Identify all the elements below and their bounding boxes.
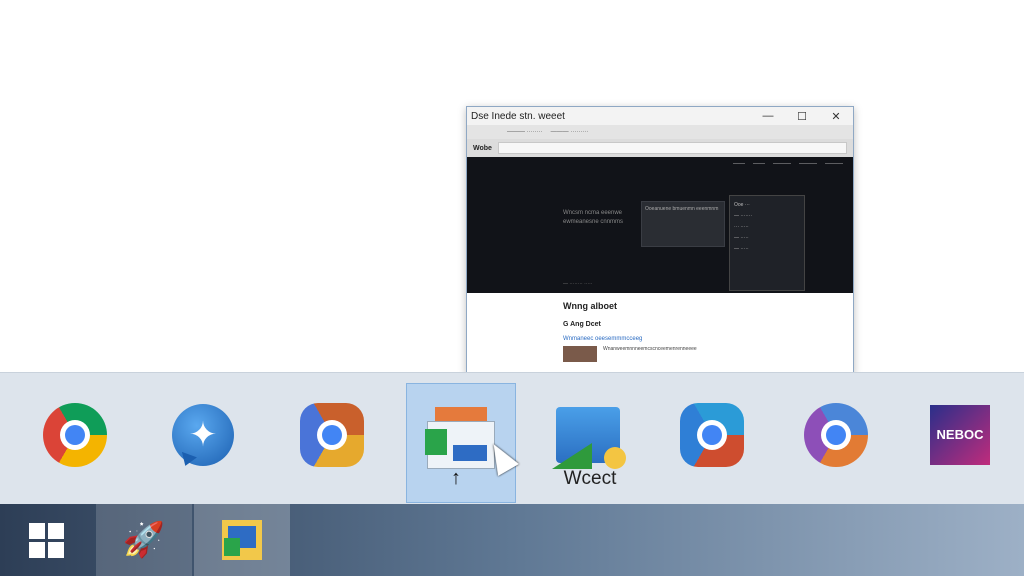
preview-panel-line: Ooe ··· [734,202,750,208]
preview-panel-line: — ····· [734,235,749,241]
chrome-icon[interactable] [25,385,125,485]
preview-card: Ooeanuene bmuenmn eeenmnm [641,201,725,247]
preview-tab[interactable]: ——— ········· [551,129,589,135]
windows-logo-icon[interactable] [0,504,92,576]
preview-footer: — ········ ····· [563,281,593,287]
preview-title: Dse Inede stn. weeet [471,110,565,122]
preview-panel: Ooe ··· — ······· ··· ····· — ····· — ··… [729,195,805,291]
preview-subheading: G Ang Dcet [563,321,601,328]
app-switcher-strip: ✦ ↑ NEBOC [0,372,1024,505]
preview-row: Wnanweemnnneemcscnceemenrenneeee [563,346,853,362]
preview-titlebar: Dse Inede stn. weeet — ☐ ✕ [467,107,853,125]
preview-hero-text: Wncsm ncma eeenwe ewmeanesne cnnmms [563,210,624,225]
preview-url-field[interactable] [497,142,847,154]
chrome-variant-icon[interactable] [282,385,382,485]
active-app-caption: Wcect [563,468,617,489]
preview-panel-line: — ····· [734,246,749,252]
chrome-variant-icon[interactable] [662,385,762,485]
taskbar: 🚀 [0,504,1024,576]
maximize-button[interactable]: ☐ [785,110,819,123]
preview-link[interactable]: Wnmaneec oeesemmmcceeg [563,336,853,342]
preview-site-name: Wobe [473,144,492,152]
preview-content: Wnng alboet G Ang Dcet Wnmaneec oeesemmm… [467,293,853,362]
preview-panel-line: — ······· [734,213,753,219]
preview-panel-line: ··· ····· [734,224,749,230]
preview-description: Wnanweemnnneemcscnceemenrenneeee [603,346,697,352]
preview-heading: Wnng alboet [563,301,617,311]
preview-tab-strip: ——— ········ ——— ········· [467,125,853,139]
minimize-button[interactable]: — [751,110,785,122]
close-button[interactable]: ✕ [819,110,853,123]
preview-nav-item[interactable]: ——— [799,161,817,167]
nebox-icon[interactable]: NEBOC [910,385,1010,485]
widget-app-icon[interactable] [194,504,290,576]
preview-nav-item[interactable]: —— [733,161,745,167]
preview-thumbnail [563,346,597,362]
messenger-icon[interactable]: ✦ [153,385,253,485]
app-window-icon[interactable]: ↑ [406,383,519,503]
preview-nav-item[interactable]: ——— [773,161,791,167]
preview-address-bar: Wobe [467,139,853,157]
preview-nav: —— —— ——— ——— ——— [511,161,843,167]
preview-nav-item[interactable]: —— [753,161,765,167]
nebox-label: NEBOC [930,405,990,465]
preview-nav-item[interactable]: ——— [825,161,843,167]
preview-dark-section: —— —— ——— ——— ——— Wncsm ncma eeenwe ewme… [467,157,853,293]
rocket-app-icon[interactable]: 🚀 [96,504,192,576]
window-preview[interactable]: Dse Inede stn. weeet — ☐ ✕ ——— ········ … [466,106,854,374]
preview-tab[interactable]: ——— ········ [507,129,543,135]
chrome-icon[interactable] [786,385,886,485]
up-arrow-icon: ↑ [451,467,461,489]
